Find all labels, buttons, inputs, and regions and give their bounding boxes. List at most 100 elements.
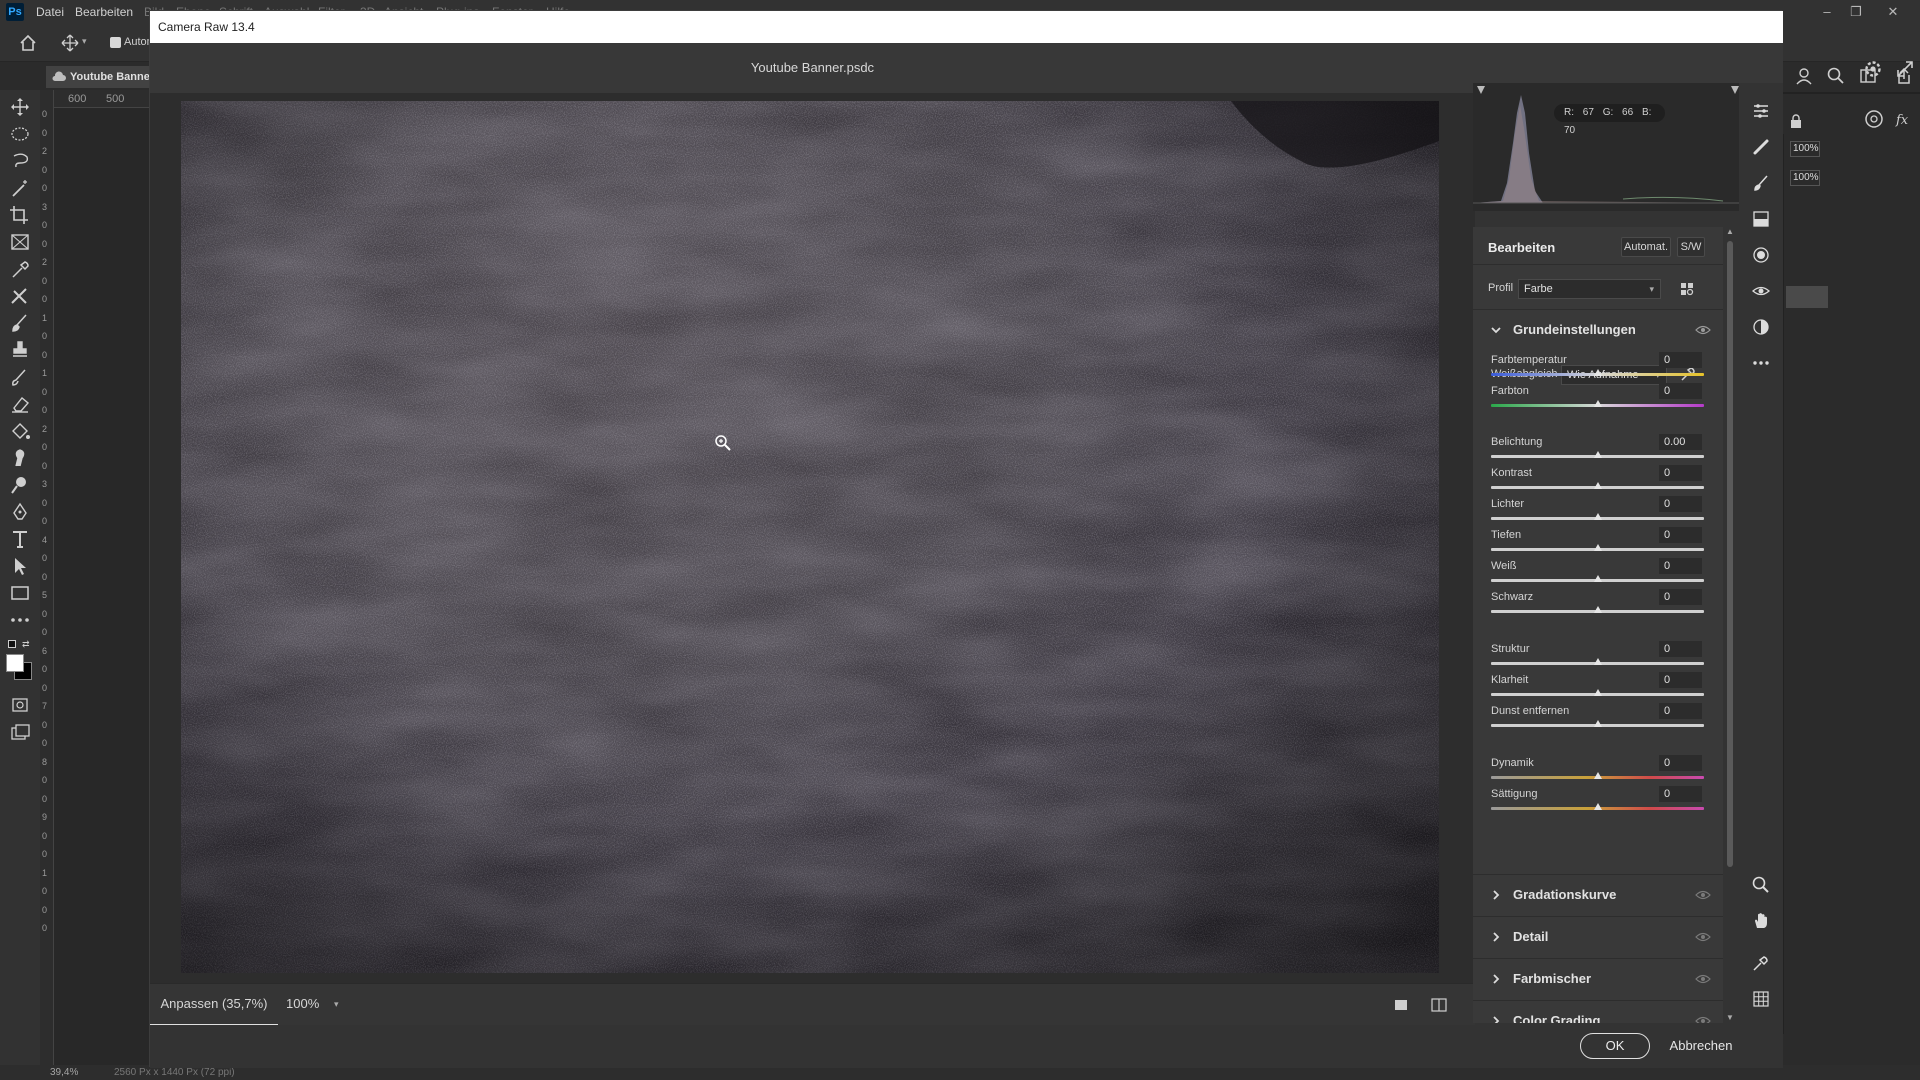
compare-view-icon[interactable] <box>1430 997 1448 1013</box>
close-icon[interactable]: ✕ <box>1883 3 1903 21</box>
fullscreen-icon[interactable] <box>1895 59 1915 79</box>
profile-browser-icon[interactable] <box>1679 281 1695 297</box>
slider-value-field[interactable]: 0 <box>1659 558 1702 574</box>
brush-icon[interactable] <box>8 312 32 334</box>
slider-value-field[interactable]: 0 <box>1659 527 1702 543</box>
foreground-color-swatch[interactable] <box>6 654 24 672</box>
eraser-icon[interactable] <box>8 393 32 415</box>
slider-thumb[interactable] <box>1594 513 1602 520</box>
section-color-grading-header[interactable]: Color Grading <box>1473 1000 1723 1023</box>
lasso-ellipse-icon[interactable] <box>8 123 32 145</box>
color-sampler-icon[interactable] <box>1751 953 1771 973</box>
eye-icon[interactable] <box>1695 1015 1711 1023</box>
history-brush-icon[interactable] <box>8 366 32 388</box>
eye-icon[interactable] <box>1695 931 1711 943</box>
adjustment-brush-icon[interactable] <box>1751 173 1771 193</box>
screen-mode-icon[interactable] <box>8 721 32 743</box>
eye-icon[interactable] <box>1695 973 1711 985</box>
hand-icon[interactable] <box>1751 911 1771 931</box>
slider-thumb[interactable] <box>1594 575 1602 582</box>
frame-icon[interactable] <box>8 231 32 253</box>
slider-value-field[interactable]: 0 <box>1659 672 1702 688</box>
bw-button[interactable]: S/W <box>1677 237 1705 257</box>
fill-field[interactable]: 100% <box>1790 170 1820 186</box>
paint-bucket-icon[interactable] <box>8 420 32 442</box>
graduated-filter-icon[interactable] <box>1751 209 1771 229</box>
healing-icon[interactable] <box>8 285 32 307</box>
auto-button[interactable]: Automat. <box>1621 237 1671 257</box>
chalkboard-image[interactable] <box>181 101 1439 973</box>
ok-button[interactable]: OK <box>1580 1033 1650 1059</box>
slider-value-field[interactable]: 0 <box>1659 496 1702 512</box>
restore-icon[interactable]: ❐ <box>1846 3 1866 21</box>
fx-icon[interactable]: fx <box>1892 107 1916 131</box>
crop-icon[interactable] <box>8 204 32 226</box>
slider-thumb[interactable] <box>1594 606 1602 613</box>
slider-value-field[interactable]: 0 <box>1659 589 1702 605</box>
layer-lock-icon[interactable] <box>1788 114 1804 130</box>
slider-value-field[interactable]: 0 <box>1659 383 1702 399</box>
slider-value-field[interactable]: 0 <box>1659 786 1702 802</box>
gear-icon[interactable] <box>1863 59 1883 79</box>
eye-icon[interactable] <box>1695 324 1711 336</box>
slider-value-field[interactable]: 0.00 <box>1659 434 1702 450</box>
auto-select-checkbox[interactable] <box>110 37 121 48</box>
search-icon[interactable] <box>1826 66 1846 86</box>
minimize-icon[interactable]: – <box>1817 3 1837 21</box>
zoom-fit-button[interactable]: Anpassen (35,7%) <box>150 984 278 1026</box>
zoom-percent-select[interactable]: 100% ▾ <box>286 984 356 1026</box>
red-eye-icon[interactable] <box>1751 281 1771 301</box>
path-select-icon[interactable] <box>8 555 32 577</box>
edit-sliders-icon[interactable] <box>1751 101 1771 121</box>
cancel-button[interactable]: Abbrechen <box>1662 1033 1740 1059</box>
quick-mask-icon[interactable] <box>8 694 32 716</box>
slider-thumb[interactable] <box>1594 772 1602 779</box>
healing-brush-icon[interactable] <box>1751 137 1771 157</box>
move-icon[interactable] <box>8 96 32 118</box>
slider-thumb[interactable] <box>1594 451 1602 458</box>
slider-value-field[interactable]: 0 <box>1659 352 1702 368</box>
smudge-icon[interactable] <box>8 447 32 469</box>
default-colors-icon[interactable] <box>8 640 16 648</box>
slider-value-field[interactable]: 0 <box>1659 755 1702 771</box>
eye-icon[interactable] <box>1695 889 1711 901</box>
color-wheel-icon[interactable] <box>1862 107 1886 131</box>
more-tools-icon[interactable] <box>8 609 32 631</box>
scroll-down-icon[interactable]: ▼ <box>1726 1013 1734 1022</box>
menu-item-bearbeiten[interactable]: Bearbeiten <box>75 5 133 19</box>
slider-thumb[interactable] <box>1594 544 1602 551</box>
slider-thumb[interactable] <box>1594 482 1602 489</box>
user-icon[interactable] <box>1794 66 1814 86</box>
stamp-icon[interactable] <box>8 339 32 361</box>
chevron-down-icon[interactable]: ▾ <box>82 36 87 47</box>
swap-colors-icon[interactable]: ⇄ <box>22 640 32 649</box>
move-tool-icon[interactable] <box>61 34 79 52</box>
opacity-field[interactable]: 100% <box>1790 141 1820 157</box>
more-options-icon[interactable] <box>1751 353 1771 373</box>
section-color-mixer-header[interactable]: Farbmischer <box>1473 958 1723 998</box>
profile-select[interactable]: Farbe ▾ <box>1518 279 1661 299</box>
lasso-icon[interactable] <box>8 150 32 172</box>
slider-thumb[interactable] <box>1594 400 1602 407</box>
scroll-up-icon[interactable]: ▲ <box>1726 227 1734 236</box>
home-icon[interactable] <box>18 33 38 53</box>
slider-thumb[interactable] <box>1594 803 1602 810</box>
slider-thumb[interactable] <box>1594 689 1602 696</box>
panel-scrollbar[interactable]: ▲ ▼ <box>1724 227 1736 1027</box>
single-view-icon[interactable] <box>1393 997 1409 1013</box>
menu-item-datei[interactable]: Datei <box>36 5 64 19</box>
eyedropper-icon[interactable] <box>8 258 32 280</box>
magic-wand-icon[interactable] <box>8 177 32 199</box>
slider-thumb[interactable] <box>1594 720 1602 727</box>
section-tone-curve-header[interactable]: Gradationskurve <box>1473 874 1723 914</box>
slider-value-field[interactable]: 0 <box>1659 703 1702 719</box>
section-detail-header[interactable]: Detail <box>1473 916 1723 956</box>
scrollbar-thumb[interactable] <box>1727 241 1733 867</box>
rectangle-icon[interactable] <box>8 582 32 604</box>
section-basic-header[interactable]: Grundeinstellungen <box>1473 309 1723 349</box>
pen-icon[interactable] <box>8 501 32 523</box>
slider-thumb[interactable] <box>1594 658 1602 665</box>
layer-thumbnail[interactable] <box>1786 286 1828 308</box>
type-icon[interactable] <box>8 528 32 550</box>
grid-overlay-icon[interactable] <box>1751 989 1771 1009</box>
